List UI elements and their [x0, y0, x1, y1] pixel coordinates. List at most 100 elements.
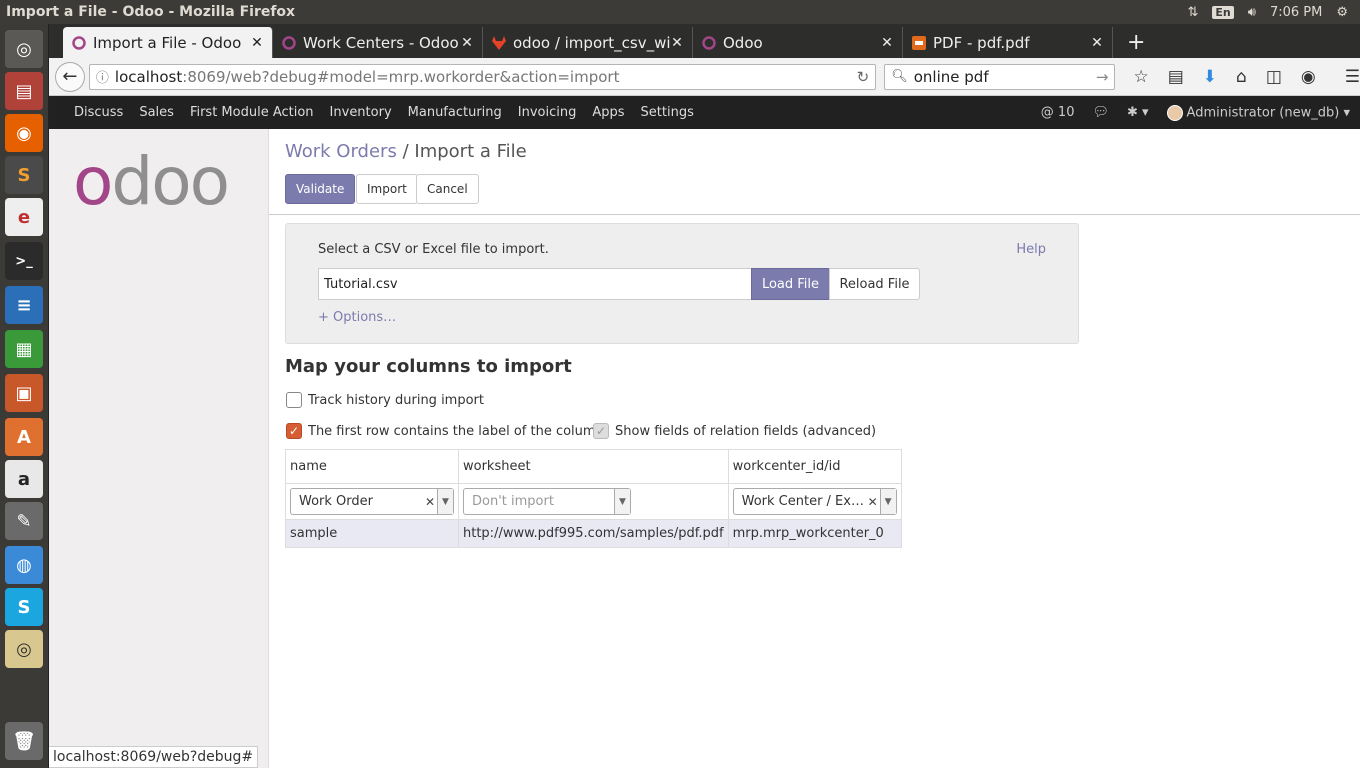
- impress-icon[interactable]: ▣: [5, 374, 43, 412]
- dropdown-arrow-icon[interactable]: ▼: [614, 489, 630, 514]
- files-drawer-icon[interactable]: ▤: [5, 72, 43, 110]
- volume-icon[interactable]: 🔊︎: [1248, 5, 1256, 20]
- trash-icon[interactable]: 🗑︎: [5, 722, 43, 760]
- skype-icon[interactable]: S: [5, 588, 43, 626]
- sublime-text-icon[interactable]: S: [5, 156, 43, 194]
- back-arrow-icon[interactable]: ←: [55, 61, 85, 92]
- writer-icon[interactable]: ≡: [5, 286, 43, 324]
- close-tab-icon[interactable]: ✕: [460, 35, 474, 51]
- field-select-name[interactable]: Work Order ✕ ▼: [290, 488, 454, 515]
- field-select-workcenter[interactable]: Work Center / Ex… ✕ ▼: [732, 488, 897, 515]
- odoo-logo[interactable]: odoo: [73, 147, 230, 217]
- site-info-icon[interactable]: ⓘ: [96, 67, 109, 86]
- window-title: Import a File - Odoo - Mozilla Firefox: [6, 4, 296, 20]
- help-link[interactable]: Help: [1016, 242, 1046, 257]
- column-header: worksheet: [458, 449, 729, 484]
- ubuntu-dash-icon[interactable]: ◎: [5, 30, 43, 68]
- validate-button[interactable]: Validate: [285, 174, 356, 204]
- bookmarks-library-icon[interactable]: ▤: [1168, 67, 1184, 87]
- first-row-label-checkbox[interactable]: ✓: [286, 423, 302, 439]
- keyboard-indicator[interactable]: En: [1212, 5, 1234, 19]
- system-settings-icon[interactable]: ✎: [5, 502, 43, 540]
- selected-field: Work Order: [299, 494, 373, 509]
- file-input[interactable]: Tutorial.csv: [318, 268, 752, 300]
- extension-icon[interactable]: ◉: [1301, 67, 1316, 87]
- menu-invoicing[interactable]: Invoicing: [518, 105, 577, 120]
- software-center-icon[interactable]: A: [5, 418, 43, 456]
- reload-icon[interactable]: ↻: [857, 68, 870, 86]
- settings-gear-icon[interactable]: ⚙: [1336, 5, 1348, 20]
- menu-settings[interactable]: Settings: [641, 105, 694, 120]
- tab-label: PDF - pdf.pdf: [933, 33, 1030, 52]
- close-tab-icon[interactable]: ✕: [670, 35, 684, 51]
- search-go-arrow-icon[interactable]: →: [1096, 68, 1109, 86]
- debug-bug-icon[interactable]: ✱ ▾: [1127, 105, 1149, 120]
- amazon-icon[interactable]: a: [5, 460, 43, 498]
- sample-cell: mrp.mrp_workcenter_0: [727, 519, 902, 548]
- chat-bubbles-icon[interactable]: 💬︎: [1092, 105, 1109, 120]
- show-relation-fields-checkbox[interactable]: ✓: [593, 423, 609, 439]
- field-select-worksheet[interactable]: Don't import ▼: [463, 488, 631, 515]
- clock[interactable]: 7:06 PM: [1270, 5, 1322, 20]
- downloads-icon[interactable]: ⬇: [1203, 67, 1217, 87]
- calc-icon[interactable]: ▦: [5, 330, 43, 368]
- breadcrumb-work-orders[interactable]: Work Orders: [285, 141, 397, 162]
- selected-field: Work Center / Ex…: [741, 494, 864, 509]
- tab-pdf[interactable]: PDF - pdf.pdf ✕: [903, 27, 1113, 58]
- track-history-option[interactable]: Track history during import: [286, 392, 484, 408]
- messages-indicator[interactable]: @ 10: [1041, 105, 1075, 120]
- import-file-panel: Select a CSV or Excel file to import. He…: [285, 223, 1079, 344]
- terminal-icon[interactable]: >_: [5, 242, 43, 280]
- menu-sales[interactable]: Sales: [139, 105, 174, 120]
- clear-selection-icon[interactable]: ✕: [423, 495, 437, 509]
- close-tab-icon[interactable]: ✕: [1090, 35, 1104, 51]
- load-file-button[interactable]: Load File: [751, 268, 830, 300]
- new-tab-plus-icon[interactable]: +: [1113, 27, 1159, 58]
- messages-count: 10: [1057, 105, 1075, 120]
- options-toggle[interactable]: + Options…: [318, 310, 396, 325]
- track-history-checkbox[interactable]: [286, 392, 302, 408]
- close-tab-icon[interactable]: ✕: [250, 35, 264, 51]
- hamburger-menu-icon[interactable]: ☰: [1345, 67, 1360, 87]
- breadcrumb-current: Import a File: [414, 141, 527, 162]
- tab-gitlab[interactable]: odoo / import_csv_wit ✕: [483, 27, 693, 58]
- table-row: sample http://www.pdf995.com/samples/pdf…: [285, 519, 902, 548]
- menu-apps[interactable]: Apps: [592, 105, 624, 120]
- field-select-cell: Work Center / Ex… ✕ ▼: [727, 483, 902, 520]
- menu-inventory[interactable]: Inventory: [330, 105, 392, 120]
- dropdown-arrow-icon[interactable]: ▼: [437, 489, 453, 514]
- user-menu[interactable]: Administrator (new_db) ▾: [1166, 104, 1350, 121]
- url-bar[interactable]: ⓘ localhost:8069/web?debug#model=mrp.wor…: [88, 63, 877, 90]
- pocket-icon[interactable]: ◫: [1266, 67, 1282, 87]
- search-icon: 🔍︎: [891, 69, 908, 84]
- reload-file-button[interactable]: Reload File: [829, 268, 920, 300]
- tab-work-centers[interactable]: Work Centers - Odoo ✕: [273, 27, 483, 58]
- home-icon[interactable]: ⌂: [1236, 67, 1247, 87]
- network-icon[interactable]: ⇅: [1187, 5, 1198, 20]
- tab-odoo[interactable]: Odoo ✕: [693, 27, 903, 58]
- bookmark-star-icon[interactable]: ☆: [1133, 67, 1148, 87]
- odoo-favicon-icon: [281, 35, 297, 51]
- menu-discuss[interactable]: Discuss: [74, 105, 123, 120]
- menu-manufacturing[interactable]: Manufacturing: [408, 105, 502, 120]
- url-path: :8069/web?debug#model=mrp.workorder&acti…: [182, 67, 620, 86]
- search-bar[interactable]: 🔍︎ online pdf →: [884, 63, 1116, 90]
- clear-selection-icon[interactable]: ✕: [866, 495, 880, 509]
- show-relation-fields-option[interactable]: ✓ Show fields of relation fields (advanc…: [593, 423, 876, 439]
- close-tab-icon[interactable]: ✕: [880, 35, 894, 51]
- menu-first-module-action[interactable]: First Module Action: [190, 105, 314, 120]
- breadcrumb: Work Orders / Import a File: [285, 141, 527, 162]
- rhythmbox-icon[interactable]: ◎: [5, 630, 43, 668]
- first-row-label-option[interactable]: ✓ The first row contains the label of th…: [286, 423, 604, 439]
- user-name: Administrator (new_db): [1186, 105, 1340, 120]
- column-mapping-table: name worksheet workcenter_id/id Work Ord…: [285, 449, 902, 548]
- import-button[interactable]: Import: [356, 174, 418, 204]
- select-file-label: Select a CSV or Excel file to import.: [318, 242, 549, 257]
- dropdown-arrow-icon[interactable]: ▼: [879, 489, 896, 514]
- firefox-icon[interactable]: ◉: [5, 114, 43, 152]
- cancel-button[interactable]: Cancel: [416, 174, 479, 204]
- document-viewer-icon[interactable]: e: [5, 198, 43, 236]
- at-icon: @: [1040, 105, 1054, 120]
- tab-import-a-file[interactable]: Import a File - Odoo ✕: [63, 27, 273, 58]
- chromium-icon[interactable]: ◍: [5, 546, 43, 584]
